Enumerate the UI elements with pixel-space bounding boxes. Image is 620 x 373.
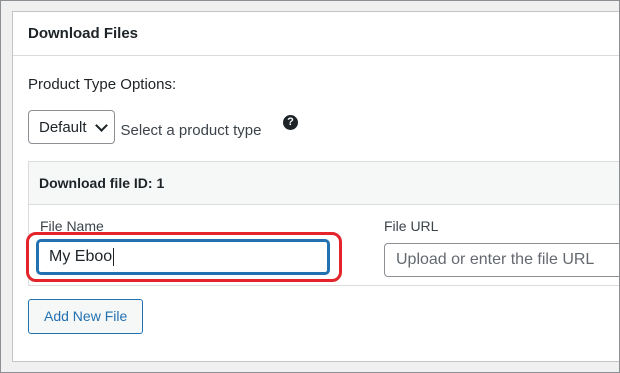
download-file-panel: Download file ID: 1 File Name File URL M… bbox=[26, 161, 619, 286]
help-icon[interactable]: ? bbox=[283, 115, 298, 130]
product-type-select[interactable]: Default bbox=[28, 110, 115, 144]
product-type-selected: Default bbox=[39, 118, 87, 136]
add-new-file-button[interactable]: Add New File bbox=[28, 299, 144, 334]
download-file-header: Download file ID: 1 bbox=[29, 162, 619, 205]
file-name-input[interactable]: My Eboo bbox=[37, 240, 329, 274]
file-name-value: My Eboo bbox=[49, 248, 113, 265]
text-cursor bbox=[113, 247, 115, 266]
metabox-header: Download Files bbox=[13, 12, 619, 56]
product-type-label: Product Type Options: bbox=[28, 76, 177, 93]
download-files-metabox: Download Files Product Type Options: Def… bbox=[12, 11, 619, 362]
file-url-label: File URL bbox=[384, 218, 439, 234]
product-type-description: Select a product type bbox=[120, 121, 262, 139]
download-file-id: Download file ID: 1 bbox=[39, 175, 165, 191]
product-type-row: Default Select a product type bbox=[28, 110, 261, 144]
file-url-input[interactable]: Upload or enter the file URL bbox=[384, 243, 619, 277]
file-name-label: File Name bbox=[40, 218, 104, 234]
metabox-title: Download Files bbox=[28, 25, 139, 42]
chevron-down-icon bbox=[94, 118, 108, 132]
screenshot-frame: Download Files Product Type Options: Def… bbox=[0, 0, 620, 373]
